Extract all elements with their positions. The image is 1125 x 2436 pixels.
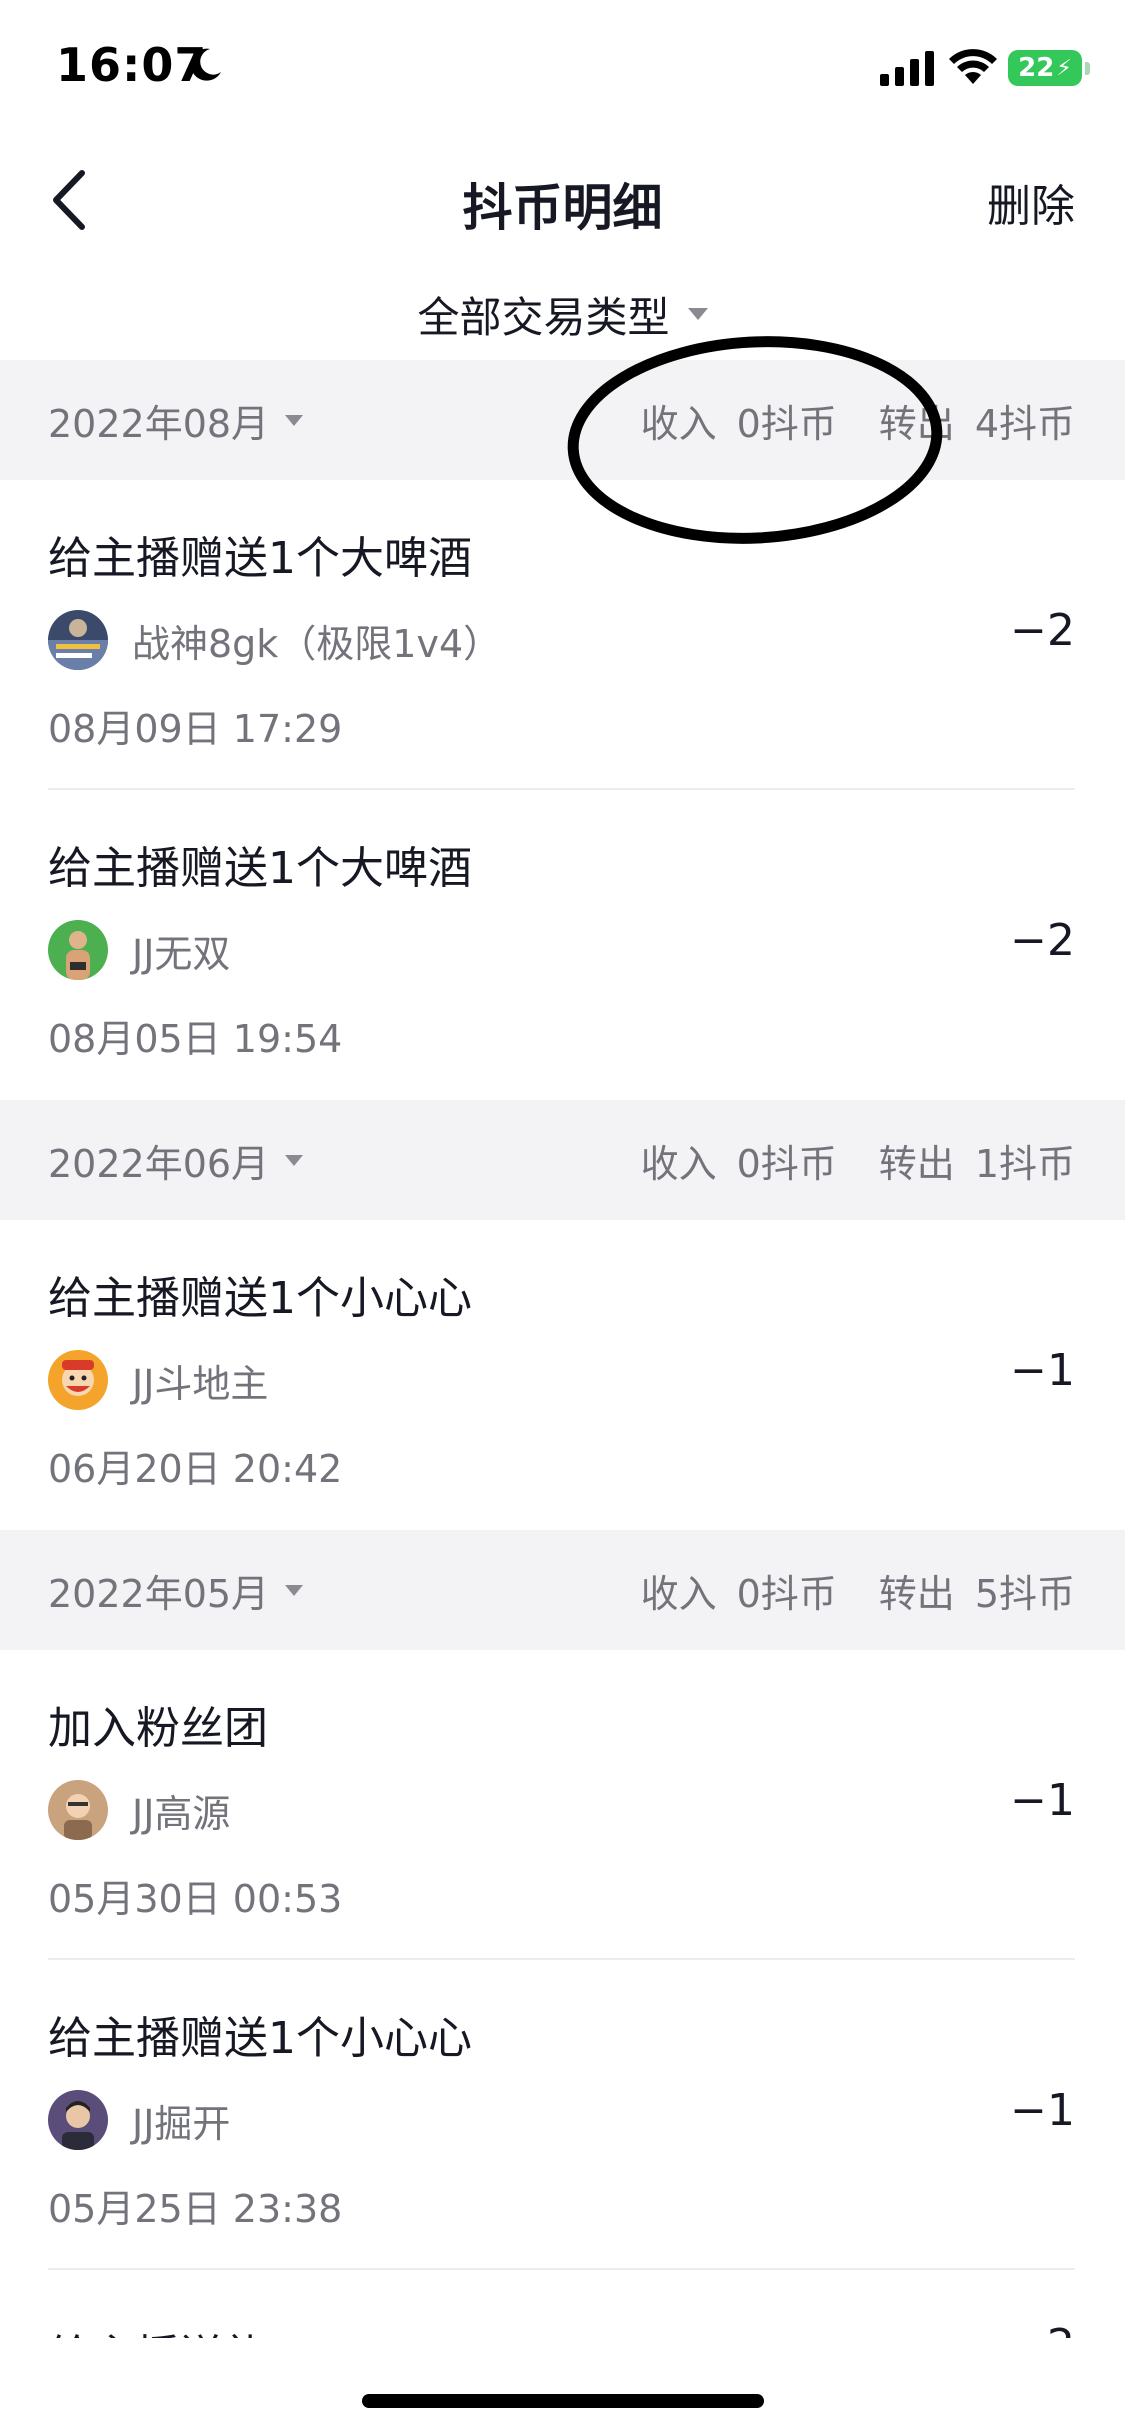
transaction-amount: −1 bbox=[1010, 2085, 1075, 2136]
transaction-date: 08月09日 17:29 bbox=[48, 707, 343, 751]
month-header: 2022年06月 收入 0抖币 转出 1抖币 bbox=[0, 1100, 1125, 1220]
out-value: 4抖币 bbox=[974, 401, 1075, 446]
income-label: 收入 bbox=[640, 1141, 717, 1186]
transaction-amount: −2 bbox=[1010, 2320, 1075, 2338]
caret-down-icon bbox=[285, 1584, 304, 1596]
transaction-date: 05月30日 00:53 bbox=[48, 1877, 343, 1921]
signal-icon bbox=[880, 51, 934, 86]
transaction-amount: −1 bbox=[1010, 1775, 1075, 1826]
streamer-name: JJ高源 bbox=[132, 1791, 231, 1836]
moon-icon bbox=[190, 48, 221, 81]
out-stat: 转出 5抖币 bbox=[879, 1563, 1075, 1618]
month-stats: 收入 0抖币 转出 5抖币 bbox=[641, 1530, 1075, 1650]
status-bar: 16:07 22 ⚡ bbox=[0, 0, 1125, 140]
month-label: 2022年06月 bbox=[48, 1141, 270, 1186]
battery-charging-icon: 22 ⚡ bbox=[1008, 50, 1082, 86]
delete-button[interactable]: 删除 bbox=[987, 170, 1075, 234]
income-value: 0抖币 bbox=[736, 1571, 837, 1616]
month-selector[interactable]: 2022年08月 bbox=[48, 360, 304, 480]
income-stat: 收入 0抖币 bbox=[641, 1563, 837, 1618]
transaction-title: 给主播赠送1个小心心 bbox=[48, 2013, 472, 2064]
out-label: 转出 bbox=[878, 1571, 955, 1616]
transaction-date: 08月05日 19:54 bbox=[48, 1017, 343, 1061]
transaction-item[interactable]: 给主播赠送1个小心心 JJ斗地主 06月20日 20:42 −1 bbox=[0, 1220, 1125, 1530]
month-label: 2022年08月 bbox=[48, 401, 270, 446]
avatar bbox=[48, 610, 108, 670]
annotation-circle bbox=[567, 336, 943, 544]
streamer-name: JJ无双 bbox=[132, 931, 231, 976]
transaction-amount: −2 bbox=[1010, 915, 1075, 966]
transaction-title: 给主播赠送1个大啤酒 bbox=[48, 843, 472, 894]
out-value: 1抖币 bbox=[974, 1141, 1075, 1186]
streamer-name: 战神8gk（极限1v4） bbox=[132, 621, 502, 666]
transaction-date: 06月20日 20:42 bbox=[48, 1447, 343, 1491]
status-time: 16:07 bbox=[56, 38, 208, 92]
battery-level: 22 bbox=[1018, 53, 1055, 83]
month-stats: 收入 0抖币 转出 1抖币 bbox=[641, 1100, 1075, 1220]
income-value: 0抖币 bbox=[736, 1141, 837, 1186]
nav-bar: 抖币明细 删除 bbox=[0, 140, 1125, 260]
page-title: 抖币明细 bbox=[462, 179, 663, 237]
avatar bbox=[48, 2090, 108, 2150]
streamer-name: JJ斗地主 bbox=[132, 1361, 269, 1406]
month-label: 2022年05月 bbox=[48, 1571, 270, 1616]
month-selector[interactable]: 2022年06月 bbox=[48, 1100, 304, 1220]
transaction-item[interactable]: 给主播赠送1个小心心 JJ掘开 05月25日 23:38 −1 bbox=[0, 1960, 1125, 2270]
out-value: 5抖币 bbox=[974, 1571, 1075, 1616]
transaction-item[interactable]: 加入粉丝团 JJ高源 05月30日 00:53 −1 bbox=[0, 1650, 1125, 1960]
transaction-item-partial[interactable]: 给主播送礼 −2 bbox=[0, 2268, 1125, 2338]
transaction-amount: −1 bbox=[1010, 1345, 1075, 1396]
avatar bbox=[48, 1780, 108, 1840]
month-selector[interactable]: 2022年05月 bbox=[48, 1530, 304, 1650]
transaction-title: 给主播送礼 bbox=[48, 2320, 268, 2338]
transaction-date: 05月25日 23:38 bbox=[48, 2187, 343, 2231]
transaction-item[interactable]: 给主播赠送1个大啤酒 JJ无双 08月05日 19:54 −2 bbox=[0, 790, 1125, 1100]
coin-detail-page: 16:07 22 ⚡ 抖币明细 删除 全部交易类型 2022年08月 收入 0抖… bbox=[0, 0, 1125, 2436]
transaction-title: 给主播赠送1个小心心 bbox=[48, 1273, 472, 1324]
transaction-title: 加入粉丝团 bbox=[48, 1703, 268, 1754]
out-stat: 转出 1抖币 bbox=[879, 1133, 1075, 1188]
wifi-icon bbox=[949, 49, 997, 84]
home-indicator[interactable] bbox=[362, 2394, 764, 2408]
streamer-name: JJ掘开 bbox=[132, 2101, 231, 2146]
avatar bbox=[48, 1350, 108, 1410]
transaction-amount: −2 bbox=[1010, 605, 1075, 656]
caret-down-icon bbox=[285, 1154, 304, 1166]
caret-down-icon bbox=[687, 308, 708, 320]
income-stat: 收入 0抖币 bbox=[641, 1133, 837, 1188]
caret-down-icon bbox=[285, 414, 304, 426]
out-label: 转出 bbox=[878, 1141, 955, 1186]
transaction-title: 给主播赠送1个大啤酒 bbox=[48, 533, 472, 584]
avatar bbox=[48, 920, 108, 980]
battery-cap bbox=[1085, 62, 1090, 75]
income-label: 收入 bbox=[640, 1571, 717, 1616]
month-header: 2022年05月 收入 0抖币 转出 5抖币 bbox=[0, 1530, 1125, 1650]
